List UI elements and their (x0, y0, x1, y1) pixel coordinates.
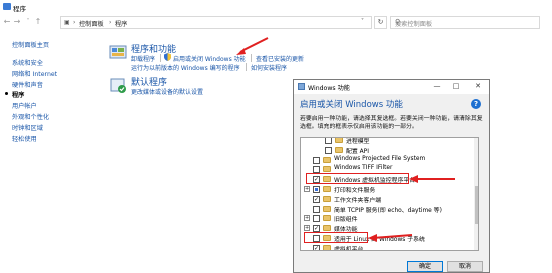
feature-checkbox[interactable] (313, 205, 320, 213)
uac-shield-icon (164, 53, 171, 61)
feature-label: 打印和文件服务 (334, 188, 376, 194)
expand-icon[interactable]: + (304, 186, 310, 192)
sidebar-item-home[interactable]: 控制面板主页 (12, 40, 49, 49)
highlight-box-hypervisor (306, 173, 409, 184)
feature-row[interactable]: 简单 TCPIP 服务(即 echo、daytime 等) (301, 205, 473, 214)
feature-row[interactable]: + 旧版组件 (301, 214, 473, 223)
windows-features-icon (298, 83, 305, 90)
maximize-icon[interactable]: □ (449, 81, 463, 92)
feature-row[interactable]: 进程模型 (301, 138, 473, 145)
breadcrumb-separator-icon: › (109, 19, 112, 26)
feature-label: 进程模型 (346, 139, 370, 145)
up-arrow-icon[interactable]: ↑ (34, 17, 42, 27)
feature-label: 虚拟机平台 (334, 246, 364, 251)
feature-label: 简单 TCPIP 服务(即 echo、daytime 等) (334, 207, 442, 214)
feature-row[interactable]: 配置 API (301, 146, 473, 155)
feature-row[interactable]: Windows Projected File System (301, 156, 473, 165)
refresh-icon[interactable]: ↻ (374, 16, 387, 29)
expand-icon[interactable]: + (304, 215, 310, 222)
folder-icon (323, 244, 331, 250)
feature-row[interactable]: ✓ 虚拟机平台 (301, 244, 473, 251)
feature-label: 配置 API (346, 148, 369, 155)
feature-label: 工作文件夹客户端 (334, 197, 382, 204)
sidebar-item-clock-region[interactable]: 时钟和区域 (12, 123, 43, 132)
default-programs-icon (110, 78, 126, 93)
link-divider (160, 54, 161, 62)
feature-checkbox[interactable]: ✓ (313, 244, 320, 250)
window-titlebar: 程序 (0, 0, 552, 14)
sidebar-item-system-security[interactable]: 系统和安全 (12, 58, 43, 67)
folder-icon (335, 138, 343, 143)
current-item-bullet (5, 92, 8, 95)
breadcrumb-control-panel[interactable]: 控制面板 (79, 19, 104, 28)
turn-windows-features-link[interactable]: 启用或关闭 Windows 功能 (173, 54, 246, 63)
tree-scrollbar[interactable] (474, 138, 478, 250)
dialog-description: 若要启用一种功能，请选择其复选框。若要关闭一种功能，请清除其复选框。填充的框表示… (300, 116, 483, 130)
feature-checkbox[interactable] (313, 156, 320, 164)
search-icon: ⚲ (395, 18, 401, 26)
link-divider (246, 63, 247, 71)
run-older-programs-link[interactable]: 运行为以前版本的 Windows 编写的程序 (131, 63, 240, 72)
window-title: 程序 (13, 5, 26, 13)
close-icon[interactable]: ✕ (471, 81, 485, 92)
dialog-title: Windows 功能 (308, 85, 350, 92)
breadcrumb-separator-icon: › (73, 19, 76, 26)
feature-label: 旧版组件 (334, 217, 358, 224)
back-arrow-icon[interactable]: ← (3, 17, 11, 27)
feature-label: Windows Projected File System (334, 155, 426, 162)
sidebar-item-programs: 程序 (12, 92, 25, 99)
how-to-install-link[interactable]: 如何安装程序 (251, 63, 287, 72)
folder-icon: ▣ (64, 19, 70, 26)
minimize-icon[interactable]: — (430, 81, 444, 92)
sidebar-item-appearance[interactable]: 外观和个性化 (12, 112, 49, 121)
feature-checkbox[interactable] (325, 138, 332, 144)
folder-icon (323, 166, 331, 173)
forward-arrow-icon[interactable]: → (13, 17, 21, 27)
folder-icon (323, 186, 331, 192)
cancel-button[interactable]: 取消 (447, 261, 483, 272)
sidebar-item-user-accounts[interactable]: 用户帐户 (12, 101, 37, 110)
folder-icon (323, 195, 331, 202)
address-dropdown-icon[interactable]: ˅ (361, 18, 364, 25)
recent-dropdown-icon[interactable]: ˅ (24, 17, 32, 27)
dialog-heading: 启用或关闭 Windows 功能 (300, 100, 403, 110)
feature-label: Windows TIFF IFilter (334, 165, 393, 172)
folder-icon (323, 225, 331, 232)
highlight-box-vm-platform (304, 232, 368, 243)
folder-icon (323, 205, 331, 212)
search-input[interactable]: 搜索控制面板 ⚲ (390, 16, 540, 29)
expand-icon[interactable]: + (304, 225, 310, 232)
feature-checkbox[interactable] (313, 215, 320, 223)
dialog-titlebar: Windows 功能 — □ ✕ (294, 80, 489, 94)
link-divider (251, 54, 252, 62)
breadcrumb-programs[interactable]: 程序 (115, 19, 127, 28)
sidebar-item-network[interactable]: 网络和 Internet (12, 69, 57, 78)
folder-icon (335, 146, 343, 153)
scrollbar-thumb[interactable] (475, 186, 478, 224)
sidebar-item-hardware-sound[interactable]: 硬件和声音 (12, 80, 43, 89)
sidebar-item-ease-of-access[interactable]: 轻松使用 (12, 134, 37, 143)
folder-icon (323, 156, 331, 163)
media-defaults-link[interactable]: 更改媒体或设备的默认设置 (131, 87, 203, 96)
sidebar: 控制面板主页 系统和安全 网络和 Internet 硬件和声音 程序 用户帐户 … (0, 31, 100, 273)
folder-icon (323, 215, 331, 222)
address-field[interactable]: ▣ › 控制面板 › 程序 ˅ (60, 16, 372, 29)
feature-checkbox[interactable] (313, 186, 320, 193)
help-icon[interactable]: ? (471, 99, 481, 109)
programs-features-icon (109, 45, 127, 59)
feature-row[interactable]: + 打印和文件服务 (301, 185, 473, 194)
feature-checkbox[interactable]: ✓ (313, 195, 320, 203)
arrow-to-features-link (236, 37, 269, 55)
uninstall-program-link[interactable]: 卸载程序 (131, 54, 155, 63)
ok-button[interactable]: 确定 (407, 261, 443, 272)
feature-row[interactable]: ✓ 工作文件夹客户端 (301, 195, 473, 204)
address-bar-row: ← → ˅ ↑ ▣ › 控制面板 › 程序 ˅ ↻ 搜索控制面板 ⚲ (0, 14, 552, 31)
feature-checkbox[interactable] (325, 146, 332, 154)
control-panel-icon (3, 3, 11, 10)
view-installed-updates-link[interactable]: 查看已安装的更新 (256, 54, 304, 63)
